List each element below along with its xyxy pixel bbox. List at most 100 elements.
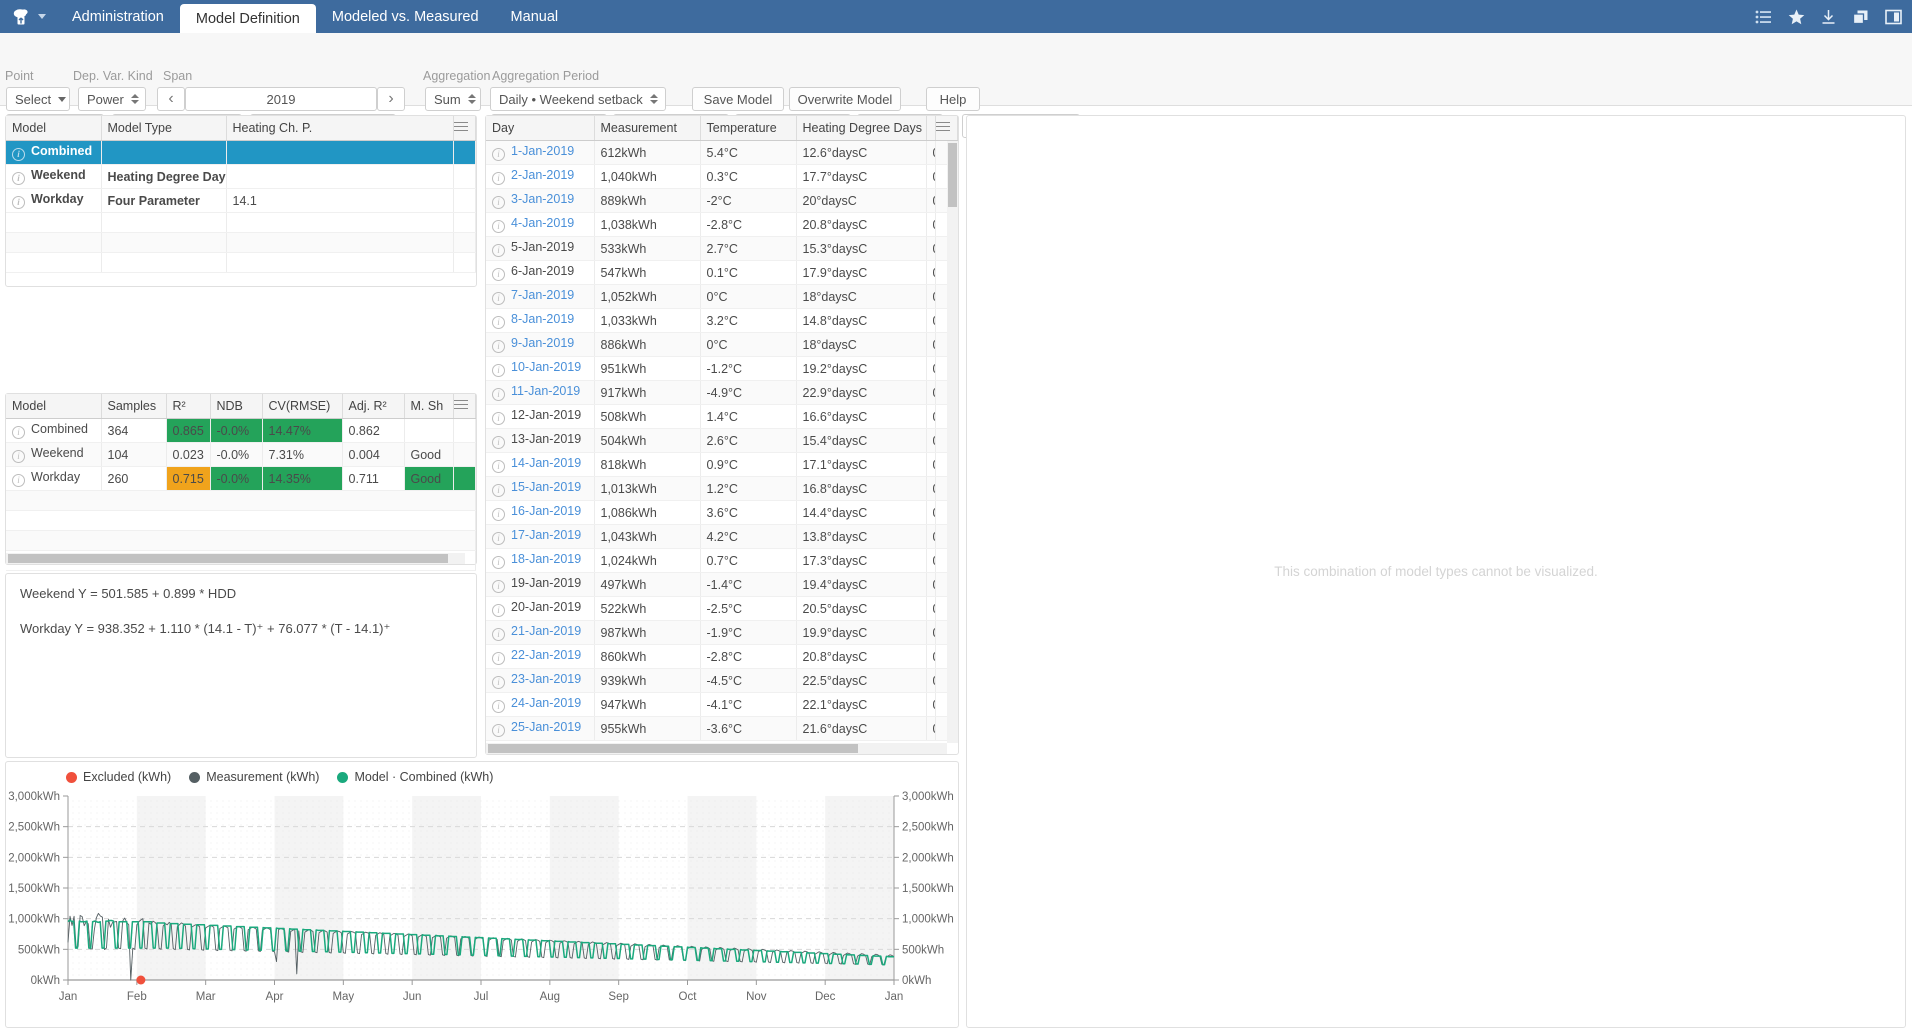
table-row[interactable]: i19-Jan-2019497kWh-1.4°C19.4°daysC0°d (486, 573, 958, 597)
chart-excluded-point[interactable] (136, 976, 145, 985)
data-vertical-scrollbar[interactable] (947, 141, 958, 743)
table-row[interactable]: i14-Jan-2019818kWh0.9°C17.1°daysC0°d (486, 453, 958, 477)
table-row[interactable]: i22-Jan-2019860kWh-2.8°C20.8°daysC0°d (486, 645, 958, 669)
table-row[interactable]: i6-Jan-2019547kWh0.1°C17.9°daysC0°d (486, 261, 958, 285)
col-model-shape[interactable]: M. Sh (404, 394, 454, 419)
table-row[interactable]: i2-Jan-20191,040kWh0.3°C17.7°daysC0°d (486, 165, 958, 189)
info-icon[interactable]: i (492, 724, 505, 737)
day-cell[interactable]: i19-Jan-2019 (486, 573, 594, 597)
day-cell[interactable]: i17-Jan-2019 (486, 525, 594, 549)
table-row[interactable]: i12-Jan-2019508kWh1.4°C16.6°daysC0°d (486, 405, 958, 429)
list-icon[interactable] (1755, 10, 1772, 24)
info-icon[interactable]: i (492, 628, 505, 641)
info-icon[interactable]: i (492, 508, 505, 521)
scrollbar-thumb[interactable] (488, 744, 858, 753)
col-r2[interactable]: R² (166, 394, 210, 419)
col-measurement[interactable]: Measurement (594, 116, 700, 141)
day-cell[interactable]: i24-Jan-2019 (486, 693, 594, 717)
table-row[interactable]: i1-Jan-2019612kWh5.4°C12.6°daysC0°d (486, 141, 958, 165)
info-icon[interactable]: i (492, 220, 505, 233)
table-row[interactable]: i21-Jan-2019987kWh-1.9°C19.9°daysC0°d (486, 621, 958, 645)
col-temperature[interactable]: Temperature (700, 116, 796, 141)
nav-tab-administration[interactable]: Administration (56, 0, 180, 33)
table-row[interactable]: i8-Jan-20191,033kWh3.2°C14.8°daysC0°d (486, 309, 958, 333)
download-icon[interactable] (1821, 9, 1836, 25)
day-cell[interactable]: i23-Jan-2019 (486, 669, 594, 693)
info-icon[interactable]: i (492, 436, 505, 449)
panel-layout-icon[interactable] (1885, 9, 1902, 25)
scrollbar-thumb[interactable] (8, 554, 448, 563)
model-name-cell[interactable]: iCombined (6, 419, 101, 443)
nav-tab-modeled-vs-measured[interactable]: Modeled vs. Measured (316, 0, 495, 33)
day-cell[interactable]: i10-Jan-2019 (486, 357, 594, 381)
data-horizontal-scrollbar[interactable] (486, 743, 947, 754)
model-name-cell[interactable]: iWorkday (6, 189, 101, 213)
table-row[interactable]: i25-Jan-2019955kWh-3.6°C21.6°daysC0°d (486, 717, 958, 741)
info-icon[interactable]: i (492, 412, 505, 425)
table-row[interactable]: i15-Jan-20191,013kWh1.2°C16.8°daysC0°d (486, 477, 958, 501)
col-model[interactable]: Model (6, 394, 101, 419)
info-icon[interactable]: i (492, 700, 505, 713)
day-cell[interactable]: i8-Jan-2019 (486, 309, 594, 333)
model-name-cell[interactable]: iWeekend (6, 443, 101, 467)
info-icon[interactable]: i (492, 292, 505, 305)
info-icon[interactable]: i (492, 388, 505, 401)
day-cell[interactable]: i16-Jan-2019 (486, 501, 594, 525)
table-row[interactable]: iWorkday 260 0.715 -0.0% 14.35% 0.711 Go… (6, 467, 476, 491)
day-cell[interactable]: i4-Jan-2019 (486, 213, 594, 237)
info-icon[interactable]: i (492, 532, 505, 545)
col-adj-r2[interactable]: Adj. R² (342, 394, 404, 419)
table-row[interactable]: i7-Jan-20191,052kWh0°C18°daysC0°d (486, 285, 958, 309)
table-row[interactable]: i17-Jan-20191,043kWh4.2°C13.8°daysC0°d (486, 525, 958, 549)
day-cell[interactable]: i22-Jan-2019 (486, 645, 594, 669)
table-row[interactable]: iWeekend 104 0.023 -0.0% 7.31% 0.004 Goo… (6, 443, 476, 467)
day-cell[interactable]: i18-Jan-2019 (486, 549, 594, 573)
info-icon[interactable]: i (492, 484, 505, 497)
day-cell[interactable]: i9-Jan-2019 (486, 333, 594, 357)
stats-horizontal-scrollbar[interactable] (6, 553, 465, 564)
day-cell[interactable]: i12-Jan-2019 (486, 405, 594, 429)
model-name-cell[interactable]: iWeekend (6, 165, 101, 189)
day-cell[interactable]: i20-Jan-2019 (486, 597, 594, 621)
table-row[interactable]: iWeekend Heating Degree Day (6, 165, 476, 189)
table-row[interactable]: i11-Jan-2019917kWh-4.9°C22.9°daysC0°d (486, 381, 958, 405)
legend-item-excluded[interactable]: Excluded (kWh) (66, 770, 171, 784)
col-heating-chp[interactable]: Heating Ch. P. (226, 116, 454, 141)
info-icon[interactable]: i (12, 172, 25, 185)
table-row[interactable]: iWorkday Four Parameter 14.1 (6, 189, 476, 213)
info-icon[interactable]: i (12, 450, 25, 463)
table-row[interactable]: i3-Jan-2019889kWh-2°C20°daysC0°d (486, 189, 958, 213)
table-row[interactable]: i13-Jan-2019504kWh2.6°C15.4°daysC0°d (486, 429, 958, 453)
legend-item-measurement[interactable]: Measurement (kWh) (189, 770, 319, 784)
info-icon[interactable]: i (492, 244, 505, 257)
info-icon[interactable]: i (492, 316, 505, 329)
day-cell[interactable]: i13-Jan-2019 (486, 429, 594, 453)
info-icon[interactable]: i (492, 364, 505, 377)
col-day[interactable]: Day (486, 116, 594, 141)
table-row[interactable]: i24-Jan-2019947kWh-4.1°C22.1°daysC0°d (486, 693, 958, 717)
day-cell[interactable]: i3-Jan-2019 (486, 189, 594, 213)
col-samples[interactable]: Samples (101, 394, 166, 419)
info-icon[interactable]: i (492, 148, 505, 161)
info-icon[interactable]: i (492, 196, 505, 209)
column-menu-button[interactable] (936, 116, 958, 141)
day-cell[interactable]: i6-Jan-2019 (486, 261, 594, 285)
info-icon[interactable]: i (492, 604, 505, 617)
brand-logo[interactable] (0, 0, 56, 33)
model-type-cell[interactable]: Four Parameter (101, 189, 226, 213)
info-icon[interactable]: i (12, 148, 25, 161)
day-cell[interactable]: i25-Jan-2019 (486, 717, 594, 741)
chart-plot-area[interactable]: 0kWh0kWh500kWh500kWh1,000kWh1,000kWh1,50… (6, 788, 958, 1027)
col-model[interactable]: Model (6, 116, 101, 141)
nav-tab-model-definition[interactable]: Model Definition (180, 4, 316, 33)
table-row[interactable]: i23-Jan-2019939kWh-4.5°C22.5°daysC0°d (486, 669, 958, 693)
info-icon[interactable]: i (492, 676, 505, 689)
col-heating-degree-days[interactable]: Heating Degree Days (796, 116, 926, 141)
day-cell[interactable]: i11-Jan-2019 (486, 381, 594, 405)
info-icon[interactable]: i (492, 340, 505, 353)
table-row[interactable]: i9-Jan-2019886kWh0°C18°daysC0°d (486, 333, 958, 357)
day-cell[interactable]: i15-Jan-2019 (486, 477, 594, 501)
table-row[interactable]: i4-Jan-20191,038kWh-2.8°C20.8°daysC0°d (486, 213, 958, 237)
table-row[interactable]: i20-Jan-2019522kWh-2.5°C20.5°daysC0°d (486, 597, 958, 621)
nav-tab-manual[interactable]: Manual (495, 0, 575, 33)
